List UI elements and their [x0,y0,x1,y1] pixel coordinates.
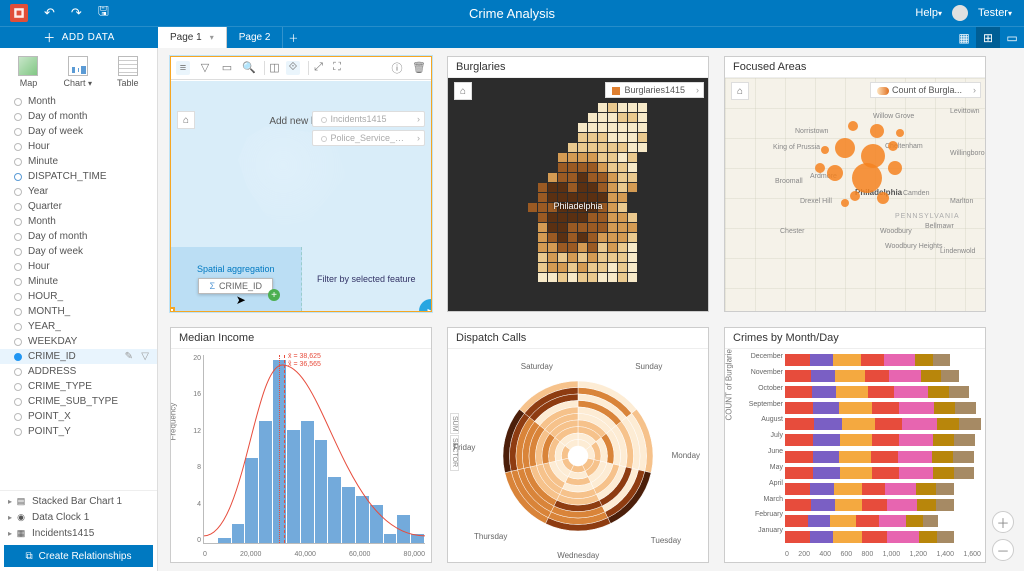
dispatch-calls-card[interactable]: Dispatch Calls SUM SECTOR SundayMondayTu… [447,327,709,563]
save-icon[interactable]: 🖫 [98,2,109,24]
expand-icon[interactable]: ⤢ [308,61,322,75]
app-header: ↶ ↷ 🖫 Crime Analysis Help▾ Tester▾ [0,0,1024,26]
field-item[interactable]: Hour [0,259,157,274]
freeform-layout-icon[interactable]: ⊞ [976,27,1000,49]
result-item[interactable]: ▸◉Data Clock 1 [0,509,157,525]
delete-icon[interactable]: 🗑 [412,61,426,75]
city-label: Philadelphia [553,201,602,211]
layers-icon[interactable]: ≡ [176,61,190,75]
page-tab-2[interactable]: Page 2 [227,27,284,48]
view-icon[interactable]: ▭ [1000,27,1024,49]
card-title: Burglaries [448,57,708,78]
spatial-aggregation-dropzone[interactable]: Spatial aggregation ΣCRIME_ID ➤ [171,247,302,311]
filter-selected-dropzone[interactable]: Filter by selected feature [302,247,432,311]
focused-areas-card[interactable]: Focused Areas ⌂ Count of Burgla... Levit… [724,56,986,312]
result-item[interactable]: ▸▤Stacked Bar Chart 1 [0,493,157,509]
layer-pill-incidents[interactable]: Incidents1415 [312,111,425,127]
add-data-button[interactable]: ＋ ADD DATA [0,27,158,48]
card-title: Focused Areas [725,57,985,78]
home-extent-icon[interactable]: ⌂ [454,82,472,100]
sidebar: Map Chart ▾ Table MonthDay of monthDay o… [0,48,158,571]
plus-icon: ＋ [43,29,56,46]
user-menu[interactable]: Tester▾ [978,7,1012,19]
field-item[interactable]: Month [0,94,157,109]
field-item[interactable]: Day of week [0,244,157,259]
undo-icon[interactable]: ↶ [44,5,55,21]
add-page-button[interactable]: ＋ [283,27,303,48]
redo-icon[interactable]: ↷ [71,5,82,21]
app-logo-icon [10,4,28,22]
field-item[interactable]: CRIME_SUB_TYPE [0,394,157,409]
resize-handle[interactable] [170,307,175,312]
grid-layout-icon[interactable]: ▦ [952,27,976,49]
filter-icon[interactable]: ▽ [198,61,212,75]
median-label: x̃ = 36,565 [288,361,321,368]
table-icon [118,56,138,76]
field-item[interactable]: Minute [0,154,157,169]
card-title: Crimes by Month/Day [725,328,985,349]
zoom-out-button[interactable]: － [992,539,1014,561]
result-item[interactable]: ▸▦Incidents1415 [0,525,157,541]
help-link[interactable]: Help▾ [915,7,942,19]
map-icon [18,56,38,76]
create-relationships-button[interactable]: ⧉ Create Relationships [4,545,153,567]
select-icon[interactable]: ▭ [220,61,234,75]
median-income-card[interactable]: Median Income Frequency 048121620 x̄ = 3… [170,327,432,563]
field-item[interactable]: MONTH_ [0,304,157,319]
home-extent-icon[interactable]: ⌂ [731,82,749,100]
field-item[interactable]: Month [0,214,157,229]
chartview-icon[interactable]: ◫ [264,61,278,75]
chart-icon [68,56,88,76]
field-item[interactable]: YEAR_ [0,319,157,334]
results-list: ▸▤Stacked Bar Chart 1▸◉Data Clock 1▸▦Inc… [0,490,157,543]
crimes-month-day-card[interactable]: Crimes by Month/Day COUNT of Burglaries1… [724,327,986,563]
create-chart-button[interactable]: Chart ▾ [63,56,92,88]
app-title: Crime Analysis [469,6,555,21]
dragging-field-chip: ΣCRIME_ID ➤ [198,278,273,294]
field-item[interactable]: DISPATCH_TIME [0,169,157,184]
card-toolbar: ≡ ▽ ▭ 🔍 ◫ ⟐ ⤢ ⛶ ⓘ 🗑 [170,56,432,80]
field-item[interactable]: Year [0,184,157,199]
field-item[interactable]: HOUR_ [0,289,157,304]
layer-pill-police[interactable]: Police_Service_… [312,130,425,146]
distribution-curve [204,355,425,546]
map-card-selected[interactable]: ≡ ▽ ▭ 🔍 ◫ ⟐ ⤢ ⛶ ⓘ 🗑 ⌂ Incidents [170,56,432,312]
field-item[interactable]: CRIME_ID✎ ▽ [0,349,157,364]
maximize-icon[interactable]: ⛶ [330,61,344,75]
field-item[interactable]: Minute [0,274,157,289]
create-table-button[interactable]: Table [117,56,139,88]
home-extent-icon[interactable]: ⌂ [177,111,195,129]
mean-label: x̄ = 38,625 [288,353,321,360]
layer-legend-pill[interactable]: Burglaries1415 [605,82,704,98]
page-toolbar: ＋ ADD DATA Page 1▾ Page 2 ＋ ▦ ⊞ ▭ [0,26,1024,48]
field-item[interactable]: CRIME_TYPE [0,379,157,394]
field-item[interactable]: WEEKDAY [0,334,157,349]
y-axis-label: Frequency [171,402,178,440]
create-map-button[interactable]: Map [18,56,38,88]
burglaries-card[interactable]: Burglaries ⌂ Burglaries1415 Philadelphia [447,56,709,312]
field-item[interactable]: Day of month [0,109,157,124]
relationships-icon: ⧉ [26,551,33,562]
field-item[interactable]: POINT_X [0,409,157,424]
zoom-icon[interactable]: 🔍 [242,61,256,75]
workspace[interactable]: ≡ ▽ ▭ 🔍 ◫ ⟐ ⤢ ⛶ ⓘ 🗑 ⌂ Incidents [158,48,1024,571]
user-avatar[interactable] [952,5,968,21]
page-tabs: Page 1▾ Page 2 ＋ ▦ ⊞ ▭ [158,27,1024,48]
card-title: Dispatch Calls [448,328,708,349]
field-item[interactable]: Quarter [0,199,157,214]
link-icon[interactable]: ⟐ [286,61,300,75]
cursor-icon: ➤ [236,293,246,307]
zoom-in-button[interactable]: ＋ [992,511,1014,533]
field-item[interactable]: Day of week [0,124,157,139]
heatmap-icon [508,103,648,283]
card-title: Median Income [171,328,431,349]
field-item[interactable]: POINT_Y [0,424,157,439]
field-item[interactable]: Day of month [0,229,157,244]
layer-legend-pill[interactable]: Count of Burgla... [870,82,981,98]
field-item[interactable]: ADDRESS [0,364,157,379]
info-icon[interactable]: ⓘ [390,61,404,75]
fields-list: MonthDay of monthDay of weekHourMinuteDI… [0,90,157,490]
field-item[interactable]: Hour [0,139,157,154]
page-tab-1[interactable]: Page 1▾ [158,27,227,48]
